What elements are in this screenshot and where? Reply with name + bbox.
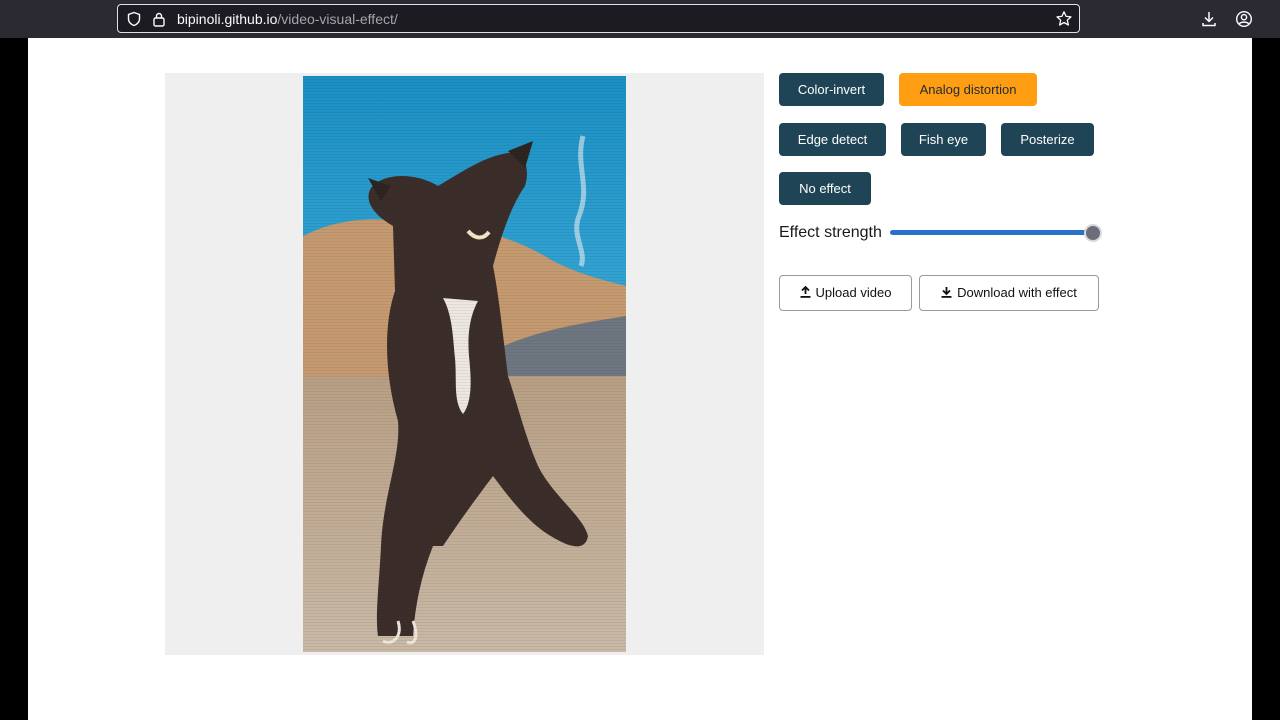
browser-toolbar: bipinoli.github.io/video-visual-effect/ [0, 0, 1280, 38]
download-with-effect-label: Download with effect [957, 285, 1077, 300]
upload-video-button[interactable]: Upload video [779, 275, 912, 311]
download-with-effect-button[interactable]: Download with effect [919, 275, 1099, 311]
url-host: bipinoli.github.io [177, 11, 278, 27]
url-path: /video-visual-effect/ [277, 11, 398, 27]
posterize-button[interactable]: Posterize [1001, 123, 1094, 156]
shield-icon[interactable] [126, 11, 142, 27]
no-effect-button[interactable]: No effect [779, 172, 871, 205]
video-player[interactable] [303, 76, 626, 652]
upload-icon [800, 286, 811, 298]
address-bar[interactable]: bipinoli.github.io/video-visual-effect/ [117, 4, 1080, 33]
edge-detect-button[interactable]: Edge detect [779, 123, 886, 156]
account-icon[interactable] [1235, 10, 1253, 28]
bookmark-star-icon[interactable] [1055, 10, 1073, 28]
upload-video-label: Upload video [815, 285, 892, 300]
page: Color-invert Analog distortion Edge dete… [28, 38, 1252, 720]
video-panel [165, 73, 764, 655]
effect-strength-slider-track[interactable] [890, 230, 1094, 235]
effect-strength-label: Effect strength [779, 224, 882, 241]
color-invert-button[interactable]: Color-invert [779, 73, 884, 106]
url-text[interactable]: bipinoli.github.io/video-visual-effect/ [177, 11, 398, 28]
video-frame-dog-image [303, 76, 626, 652]
fish-eye-button[interactable]: Fish eye [901, 123, 986, 156]
analog-distortion-button[interactable]: Analog distortion [899, 73, 1037, 106]
lock-icon[interactable] [152, 11, 166, 27]
effect-strength-slider-thumb[interactable] [1084, 224, 1102, 242]
window-edge-left [0, 38, 28, 720]
downloads-icon[interactable] [1200, 10, 1218, 28]
window-edge-right [1252, 38, 1280, 720]
download-icon [941, 287, 952, 298]
